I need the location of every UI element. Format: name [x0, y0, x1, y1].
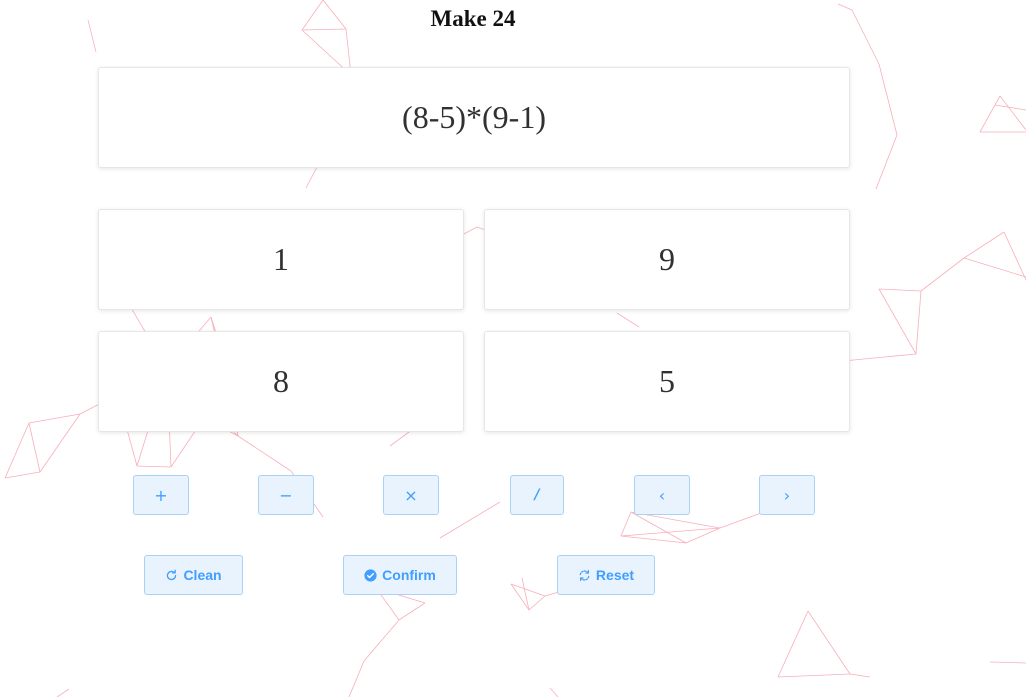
clean-button-label: Clean [183, 567, 222, 583]
minus-button[interactable]: − [258, 475, 314, 515]
divide-icon: / [534, 487, 540, 503]
minus-icon: − [279, 485, 293, 505]
confirm-button[interactable]: Confirm [343, 555, 457, 595]
divide-button[interactable]: / [510, 475, 564, 515]
expression-display: (8-5)*(9-1) [98, 67, 850, 168]
plus-button[interactable]: + [133, 475, 189, 515]
number-card-3[interactable]: 8 [98, 331, 464, 432]
reset-button[interactable]: Reset [557, 555, 655, 595]
right-paren-icon: › [783, 485, 791, 505]
clean-button[interactable]: Clean [144, 555, 243, 595]
confirm-button-label: Confirm [382, 567, 436, 583]
reset-icon [579, 569, 590, 581]
check-circle-icon [364, 568, 377, 582]
left-paren-icon: ‹ [658, 485, 666, 505]
number-card-4[interactable]: 5 [484, 331, 850, 432]
multiply-button[interactable]: × [383, 475, 439, 515]
page-title: Make 24 [430, 6, 516, 31]
reset-button-label: Reset [595, 567, 635, 583]
number-card-2[interactable]: 9 [484, 209, 850, 310]
multiply-icon: × [404, 485, 418, 505]
number-card-1[interactable]: 1 [98, 209, 464, 310]
right-paren-button[interactable]: › [759, 475, 815, 515]
plus-icon: + [154, 485, 168, 505]
refresh-icon [167, 569, 177, 580]
left-paren-button[interactable]: ‹ [634, 475, 690, 515]
